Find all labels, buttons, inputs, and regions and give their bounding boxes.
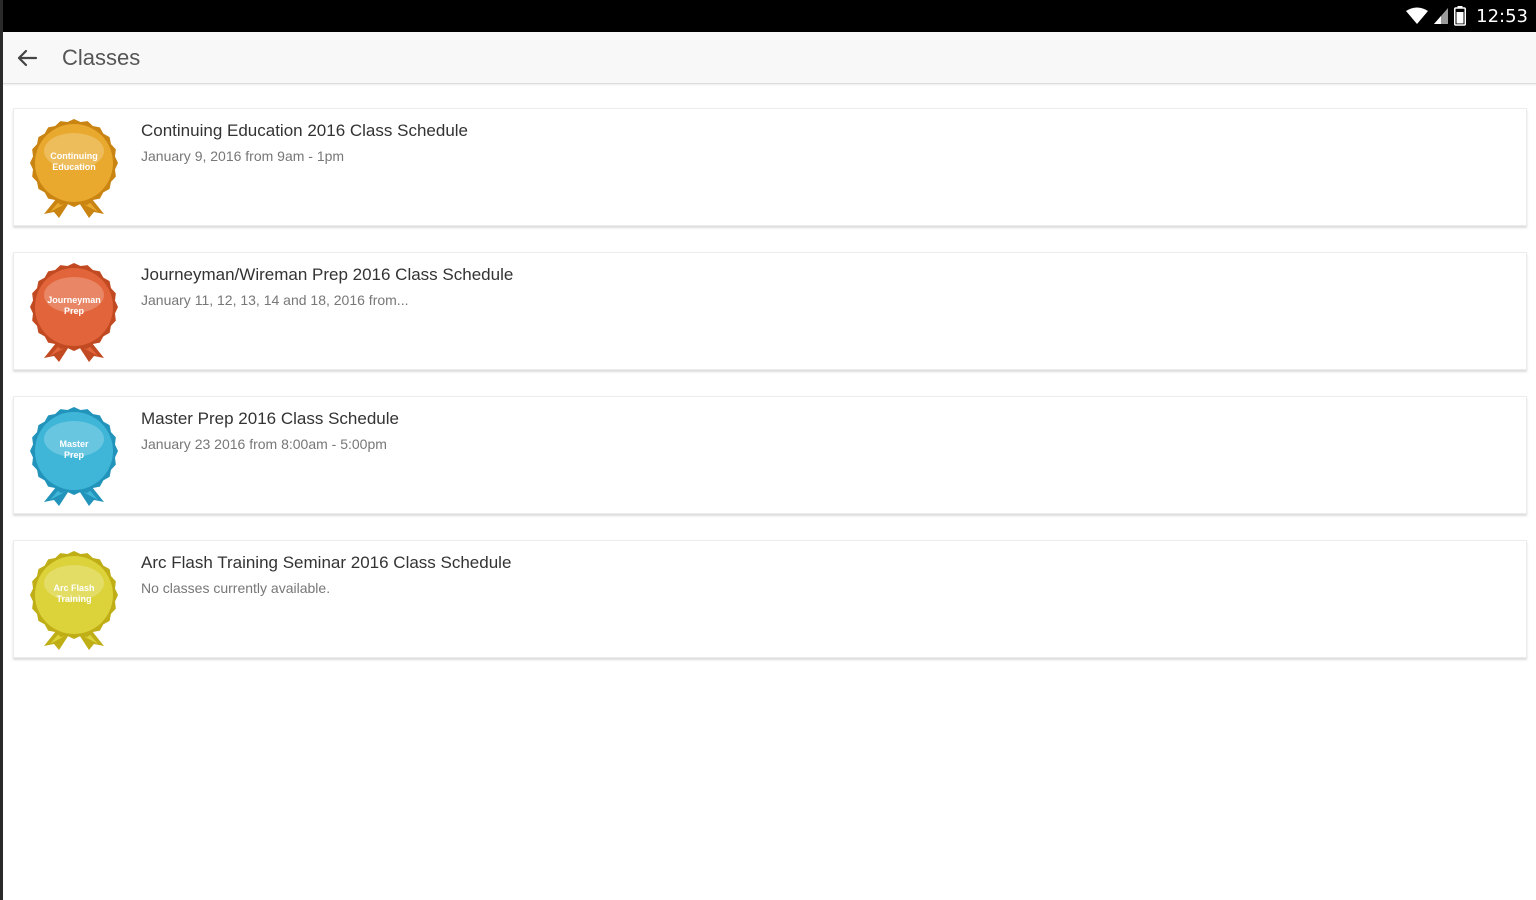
arc-flash-training-badge-icon: Arc FlashTraining	[30, 551, 118, 650]
svg-text:Continuing: Continuing	[50, 151, 97, 161]
class-title: Journeyman/Wireman Prep 2016 Class Sched…	[141, 265, 514, 284]
arrow-left-icon	[17, 49, 38, 66]
class-title: Master Prep 2016 Class Schedule	[141, 409, 399, 428]
class-item-journeyman-prep[interactable]: Journeyman Prep Journeyman/Wireman Prep 2…	[13, 252, 1527, 370]
battery-icon	[1454, 6, 1467, 26]
page-title: Classes	[62, 44, 141, 70]
svg-text:Arc Flash: Arc Flash	[53, 583, 94, 593]
class-schedule-text: January 9, 2016 from 9am - 1pm	[141, 148, 345, 164]
journeyman-prep-badge-icon: JourneymanPrep	[30, 263, 118, 362]
app-bar: Classes	[3, 32, 1536, 84]
svg-text:Prep: Prep	[64, 450, 85, 460]
svg-text:Journeyman: Journeyman	[47, 295, 101, 305]
wifi-icon	[1406, 7, 1429, 25]
status-clock: 12:53	[1476, 5, 1528, 27]
signal-icon	[1434, 7, 1449, 25]
class-schedule-text: January 11, 12, 13, 14 and 18, 2016 from…	[141, 292, 409, 308]
svg-text:Master: Master	[59, 439, 89, 449]
app-screen: 12:53 Classes Continuing Education Contin…	[0, 0, 1536, 900]
back-button[interactable]	[7, 38, 47, 78]
continuing-education-badge-icon: ContinuingEducation	[30, 119, 118, 218]
class-item-master-prep[interactable]: Master Prep Master Prep 2016 Class Schedu…	[13, 396, 1527, 514]
class-title: Arc Flash Training Seminar 2016 Class Sc…	[141, 553, 512, 572]
class-item-continuing-education[interactable]: Continuing Education Continuing Education…	[13, 108, 1527, 226]
svg-text:Prep: Prep	[64, 306, 85, 316]
status-bar: 12:53	[3, 0, 1536, 32]
class-item-arc-flash-training[interactable]: Arc Flash Training Arc Flash Training Sem…	[13, 540, 1527, 658]
class-list: Continuing Education Continuing Education…	[3, 84, 1536, 658]
class-schedule-text: January 23 2016 from 8:00am - 5:00pm	[141, 436, 387, 452]
master-prep-badge-icon: MasterPrep	[30, 407, 118, 506]
svg-text:Education: Education	[52, 162, 96, 172]
class-title: Continuing Education 2016 Class Schedule	[141, 121, 469, 140]
svg-text:Training: Training	[56, 594, 91, 604]
class-schedule-text: No classes currently available.	[141, 580, 331, 596]
